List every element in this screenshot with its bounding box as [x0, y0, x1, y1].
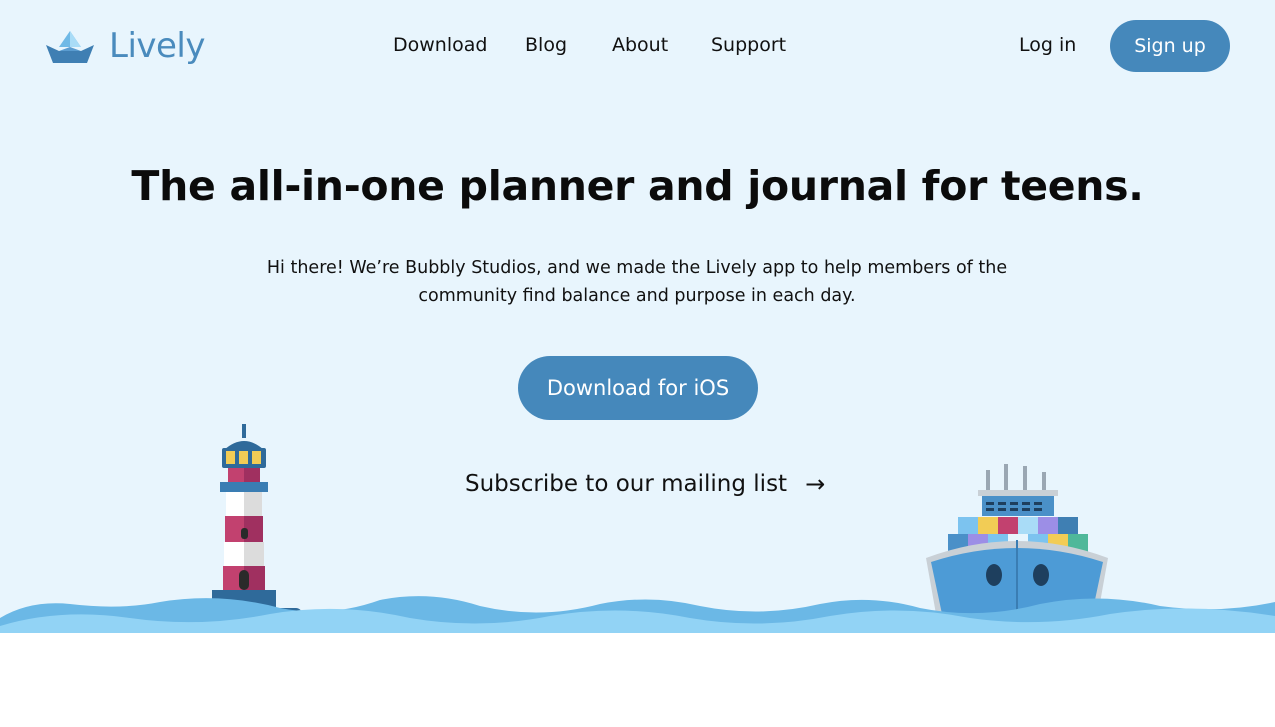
- nav-about[interactable]: About: [612, 34, 668, 56]
- subscribe-label: Subscribe to our mailing list: [465, 471, 788, 497]
- waves-illustration: [0, 596, 1275, 633]
- login-link[interactable]: Log in: [1019, 34, 1076, 56]
- nav-support[interactable]: Support: [711, 34, 786, 56]
- nav-blog[interactable]: Blog: [525, 34, 567, 56]
- hero-description: Hi there! We’re Bubbly Studios, and we m…: [266, 258, 1008, 306]
- main-nav: Download Blog About Support: [0, 34, 1275, 62]
- signup-button[interactable]: Sign up: [1110, 20, 1230, 72]
- download-ios-button[interactable]: Download for iOS: [518, 356, 758, 420]
- subscribe-link[interactable]: Subscribe to our mailing list →: [465, 470, 825, 498]
- nav-download[interactable]: Download: [393, 34, 487, 56]
- page-title: The all-in-one planner and journal for t…: [131, 162, 1144, 210]
- hero-section: Lively Download Blog About Support Log i…: [0, 0, 1275, 633]
- arrow-right-icon: →: [805, 470, 826, 498]
